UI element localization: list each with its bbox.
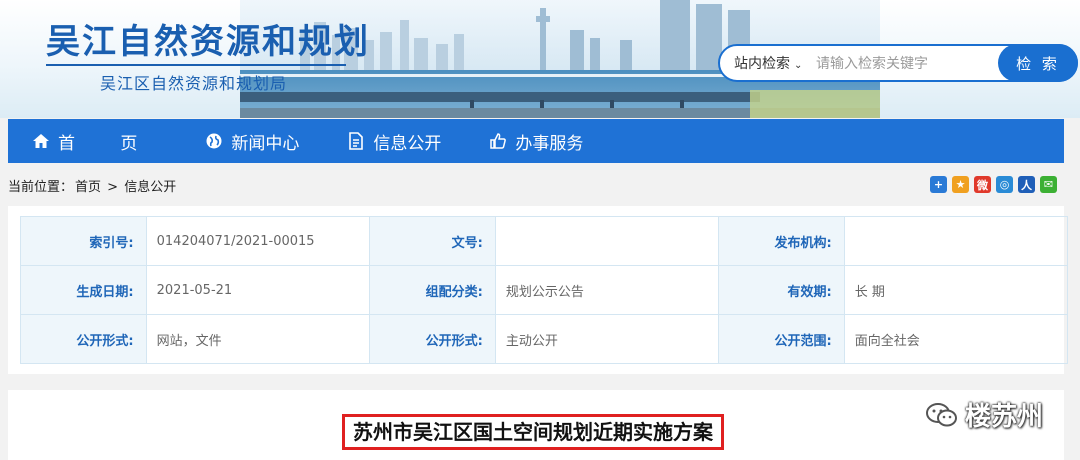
article-title: 苏州市吴江区国土空间规划近期实施方案	[342, 414, 724, 450]
publisher-label: 发布机构:	[718, 216, 845, 266]
disclosure-type-value: 主动公开	[494, 314, 720, 364]
site-subtitle: 吴江区自然资源和规划局	[100, 74, 288, 93]
breadcrumb-current[interactable]: 信息公开	[124, 180, 176, 195]
breadcrumb: 当前位置： 首页 > 信息公开	[8, 176, 178, 195]
disclosure-type-label: 公开形式:	[369, 314, 496, 364]
title-divider	[46, 64, 346, 66]
created-date-label: 生成日期:	[20, 265, 147, 315]
search-scope-select[interactable]: 站内检索 ⌄	[734, 53, 802, 73]
table-row: 公开形式: 网站，文件 公开形式: 主动公开 公开范围: 面向全社会	[20, 314, 1069, 364]
chevron-down-icon: ⌄	[794, 60, 803, 71]
home-icon	[32, 132, 50, 150]
article-area: 苏州市吴江区国土空间规划近期实施方案	[8, 390, 1064, 460]
nav-item-home[interactable]: 首 页	[8, 119, 181, 163]
info-panel: 索引号: 014204071/2021-00015 文号: 发布机构: 生成日期…	[8, 206, 1069, 374]
globe-icon	[205, 132, 223, 150]
publisher-value	[843, 216, 1069, 266]
info-table: 索引号: 014204071/2021-00015 文号: 发布机构: 生成日期…	[20, 216, 1069, 364]
disclosure-scope-value: 面向全社会	[843, 314, 1069, 364]
disclosure-scope-label: 公开范围:	[718, 314, 845, 364]
thumbs-up-icon	[489, 132, 507, 150]
disclosure-form-label: 公开形式:	[20, 314, 147, 364]
tencent-weibo-icon[interactable]: ◎	[996, 176, 1013, 193]
search-bar: 站内检索 ⌄ 检 索	[718, 44, 1078, 82]
wechat-watermark-icon	[926, 402, 957, 426]
category-label: 组配分类:	[369, 265, 496, 315]
nav-item-services[interactable]: 办事服务	[465, 119, 607, 163]
nav-item-label: 新闻中心	[231, 133, 300, 154]
index-number-value: 014204071/2021-00015	[145, 216, 371, 266]
breadcrumb-separator: >	[107, 180, 119, 195]
wechat-icon[interactable]: ✉	[1040, 176, 1057, 193]
nav-item-info-disclosure[interactable]: 信息公开	[323, 119, 465, 163]
breadcrumb-home-link[interactable]: 首页	[75, 180, 101, 195]
validity-label: 有效期:	[718, 265, 845, 315]
share-toolbar: + ★ 微 ◎ 人 ✉	[930, 176, 1057, 193]
nav-item-label: 首 页	[58, 133, 158, 154]
nav-item-label: 办事服务	[515, 133, 584, 154]
renren-icon[interactable]: 人	[1018, 176, 1035, 193]
table-row: 索引号: 014204071/2021-00015 文号: 发布机构:	[20, 216, 1069, 266]
search-button[interactable]: 检 索	[998, 44, 1078, 82]
add-share-icon[interactable]: +	[930, 176, 947, 193]
qzone-icon[interactable]: ★	[952, 176, 969, 193]
table-row: 生成日期: 2021-05-21 组配分类: 规划公示公告 有效期: 长 期	[20, 265, 1069, 315]
header-banner: 吴江自然资源和规划 吴江区自然资源和规划局 站内检索 ⌄ 检 索	[0, 0, 1080, 118]
category-value: 规划公示公告	[494, 265, 720, 315]
nav-item-news[interactable]: 新闻中心	[181, 119, 323, 163]
main-nav: 首 页 新闻中心 信息公开 办事服务	[8, 119, 1064, 163]
document-icon	[347, 132, 365, 150]
index-number-label: 索引号:	[20, 216, 147, 266]
nav-item-label: 信息公开	[373, 133, 442, 154]
watermark-text: 楼苏州	[965, 402, 1044, 432]
watermark: 楼苏州	[925, 396, 1043, 433]
weibo-icon[interactable]: 微	[974, 176, 991, 193]
document-number-value	[494, 216, 720, 266]
site-title[interactable]: 吴江自然资源和规划	[46, 14, 370, 63]
disclosure-form-value: 网站，文件	[145, 314, 371, 364]
document-number-label: 文号:	[369, 216, 496, 266]
search-input[interactable]	[816, 52, 986, 76]
search-scope-label: 站内检索	[734, 56, 790, 72]
validity-value: 长 期	[843, 265, 1069, 315]
breadcrumb-prefix: 当前位置：	[8, 180, 74, 195]
created-date-value: 2021-05-21	[145, 265, 371, 315]
